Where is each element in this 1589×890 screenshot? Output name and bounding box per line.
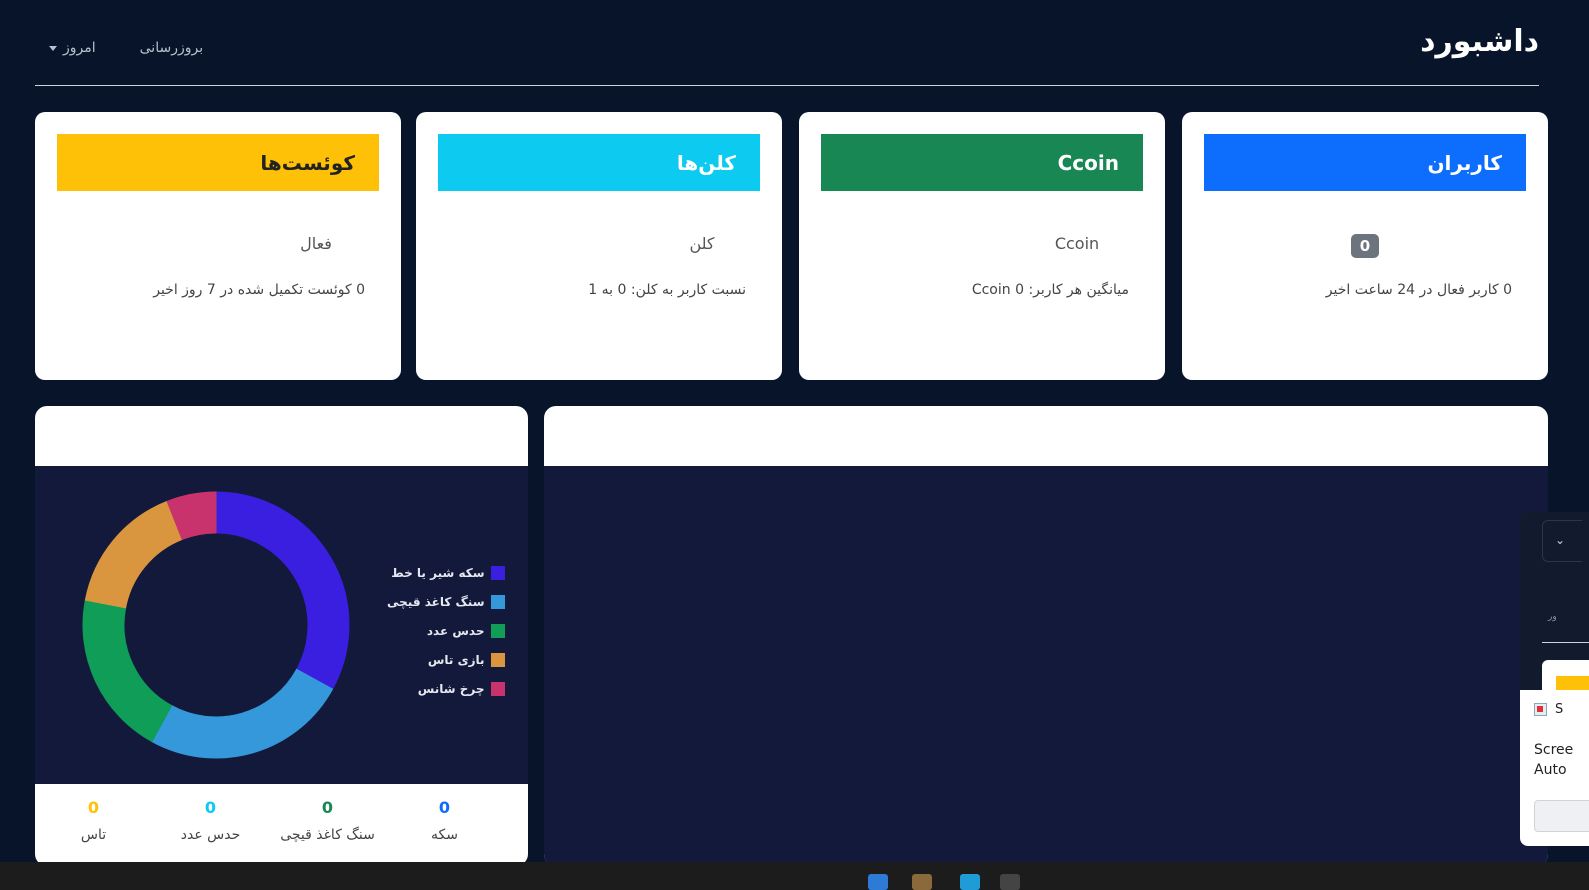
card-value: فعال — [300, 234, 332, 253]
windows-icon[interactable] — [868, 874, 888, 890]
activity-panel — [544, 406, 1548, 866]
legend-swatch — [490, 565, 505, 580]
games-distribution-panel: سکه شیر یا خط سنگ کاغذ قیچی حدس عدد بازی تا… — [35, 406, 528, 866]
card-title: کلن‌ها — [676, 150, 736, 175]
card-ccoin-header: Ccoin — [821, 134, 1143, 191]
file-explorer-icon[interactable] — [912, 874, 932, 890]
donut-slice-1[interactable] — [215, 491, 350, 690]
notification-line-2: Auto — [1534, 762, 1567, 778]
card-quests: کوئست‌ها فعال 0 کوئست تکمیل شده در 7 روز… — [35, 112, 401, 380]
dashboard-header: داشبورد امروز بروزرسانی — [35, 0, 1539, 86]
donut-slice-2[interactable] — [151, 668, 334, 759]
legend-swatch — [490, 652, 505, 667]
legend-item[interactable]: سکه شیر یا خط — [387, 558, 505, 587]
card-clans-header: کلن‌ها — [438, 134, 760, 191]
game-stat-value: 0 — [204, 798, 217, 817]
notification-app-label: S — [1555, 702, 1564, 717]
game-stat-label: حدس عدد — [180, 827, 241, 843]
browser-icon[interactable] — [1000, 874, 1020, 890]
date-range-dropdown[interactable]: امروز — [49, 40, 96, 56]
legend-swatch — [490, 681, 505, 696]
legend-swatch — [490, 594, 505, 609]
legend-label: سکه شیر یا خط — [391, 565, 485, 580]
mini-select: ور — [1548, 612, 1557, 622]
legend-label: چرخ شانس — [417, 681, 485, 696]
game-stat-value: 0 — [87, 798, 100, 817]
app-icon — [1534, 703, 1547, 716]
mini-divider — [1542, 642, 1589, 643]
refresh-button[interactable]: بروزرسانی — [140, 40, 203, 56]
legend-label: بازی تاس — [427, 652, 485, 667]
game-stat: 0 سکه — [386, 784, 503, 866]
legend-item[interactable]: چرخ شانس — [387, 674, 505, 703]
game-stat: 0 سنگ کاغذ قیچی — [269, 784, 386, 866]
donut-slice-3[interactable] — [82, 599, 173, 743]
notification-line-1: Scree — [1534, 742, 1574, 758]
chart-legend: سکه شیر یا خط سنگ کاغذ قیچی حدس عدد بازی تا… — [387, 558, 505, 703]
game-stat-value: 0 — [438, 798, 451, 817]
header-actions: امروز بروزرسانی — [49, 40, 203, 56]
store-icon[interactable] — [960, 874, 980, 890]
legend-item[interactable]: بازی تاس — [387, 645, 505, 674]
legend-item[interactable]: حدس عدد — [387, 616, 505, 645]
card-title: Ccoin — [1057, 150, 1119, 175]
card-quests-header: کوئست‌ها — [57, 134, 379, 191]
donut-slice-4[interactable] — [84, 500, 183, 609]
legend-label: سنگ کاغذ قیچی — [387, 594, 485, 609]
game-stat-label: سکه — [431, 827, 458, 843]
card-description: 0 کوئست تکمیل شده در 7 روز اخیر — [153, 282, 365, 298]
legend-swatch — [490, 623, 505, 638]
card-value: Ccoin — [1054, 234, 1100, 253]
activity-chart-area — [544, 466, 1548, 866]
users-count-badge: 0 — [1350, 234, 1380, 258]
notification-toast[interactable]: S Scree Auto — [1520, 690, 1589, 846]
game-stat: 0 تاس — [35, 784, 152, 866]
legend-label: حدس عدد — [426, 623, 485, 638]
card-value: کلن — [689, 234, 715, 253]
game-stats-row: 0 تاس 0 حدس عدد 0 سنگ کاغذ قیچی 0 سکه — [35, 784, 528, 866]
card-users-header: کاربران — [1204, 134, 1526, 191]
card-title: کاربران — [1427, 150, 1502, 175]
card-description: نسبت کاربر به کلن: 0 به 1 — [588, 282, 746, 298]
page-title: داشبورد — [1420, 24, 1539, 59]
card-title: کوئست‌ها — [260, 150, 355, 175]
notification-app: S — [1534, 702, 1563, 717]
card-description: 0 کاربر فعال در 24 ساعت اخیر — [1325, 282, 1512, 298]
side-popup: ⌄ ور S Scree Auto — [1520, 512, 1589, 846]
card-description: میانگین هر کاربر: 0 Ccoin — [971, 282, 1129, 298]
game-stat-label: تاس — [80, 827, 107, 843]
game-stat-label: سنگ کاغذ قیچی — [280, 827, 375, 843]
legend-item[interactable]: سنگ کاغذ قیچی — [387, 587, 505, 616]
chart-area: سکه شیر یا خط سنگ کاغذ قیچی حدس عدد بازی تا… — [35, 466, 528, 784]
chevron-down-icon[interactable]: ⌄ — [1542, 520, 1582, 562]
game-stat: 0 حدس عدد — [152, 784, 269, 866]
taskbar — [0, 862, 1589, 890]
caret-down-icon — [49, 45, 57, 51]
date-range-label: امروز — [63, 40, 96, 56]
game-stat-value: 0 — [321, 798, 334, 817]
notification-button[interactable] — [1534, 800, 1589, 832]
